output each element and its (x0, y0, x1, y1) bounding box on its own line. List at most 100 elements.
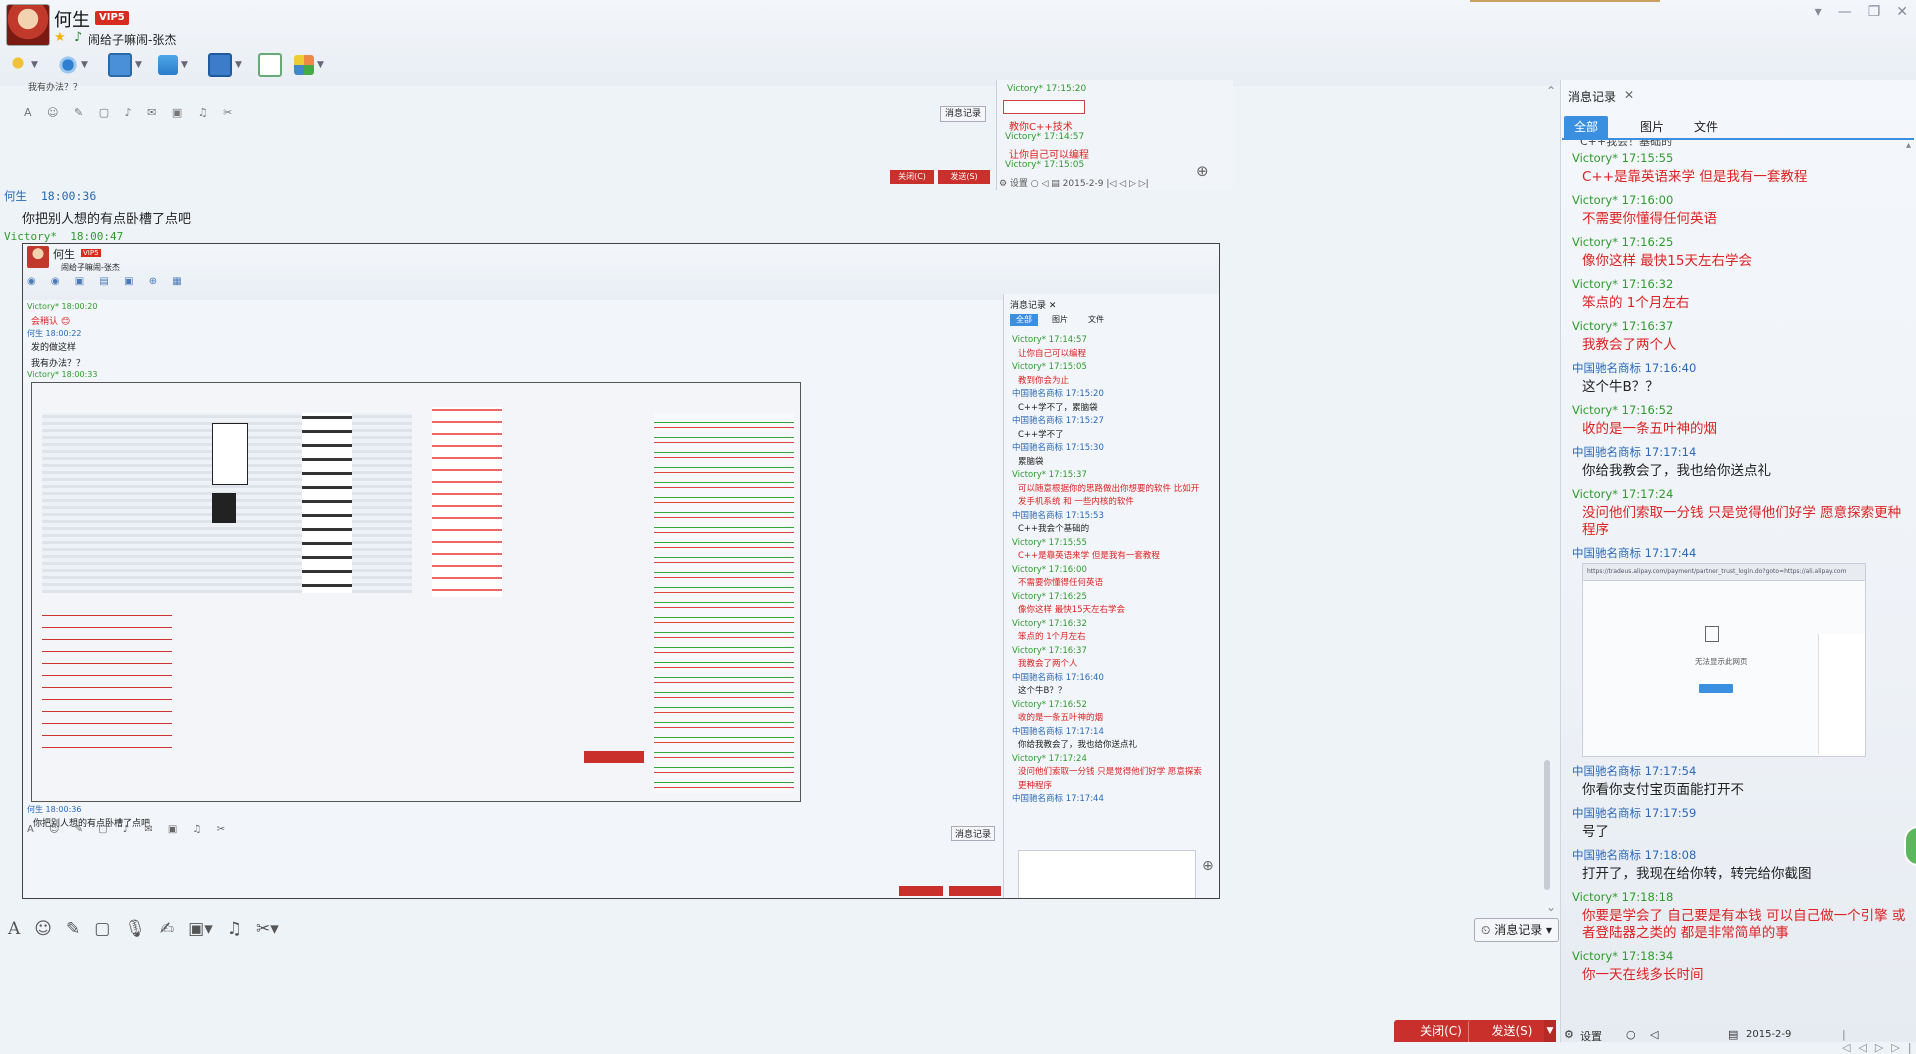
sender-name: Victory* (1572, 319, 1618, 333)
sender-name: Victory* (1572, 403, 1618, 417)
old-input-toolbar: A ☺ ✎ ▢ ♪ ✉ ▣ ♫ ✂ (24, 106, 239, 119)
chevron-down-icon: ▼ (181, 60, 188, 70)
send-button[interactable]: 发送(S) (1468, 1020, 1555, 1042)
history-message[interactable]: Victory* 17:15:55 C++是靠英语来学 但是我有一套教程 (1572, 148, 1912, 186)
nested-meta: 何生 18:00:36 (27, 805, 82, 814)
send-options-dropdown[interactable]: ▼ (1544, 1020, 1556, 1042)
nested-meta: Victory* 18:00:20 (27, 302, 98, 311)
history-message[interactable]: Victory* 17:16:37 我教会了两个人 (1572, 316, 1912, 354)
history-message[interactable]: Victory* 17:17:24 没问他们索取一分钱 只是觉得他们好学 愿意探索… (1572, 484, 1912, 539)
history-message[interactable]: 中国驰名商标 17:17:59 号了 (1572, 803, 1912, 841)
emoji-icon[interactable]: ☺ (34, 919, 52, 939)
close-icon[interactable]: ✕ (1896, 4, 1908, 20)
maximize-icon[interactable]: ❐ (1868, 4, 1881, 20)
voice-call-button[interactable]: ▼ (8, 52, 42, 78)
sender-name: 中国驰名商标 (1572, 848, 1641, 862)
font-icon[interactable]: A (8, 919, 20, 939)
nested-meta: 何生 18:00:22 (27, 329, 82, 338)
calendar-icon[interactable]: ▤ (1728, 1028, 1738, 1041)
speaker-icon[interactable]: ◁ (1650, 1028, 1658, 1041)
tab-all[interactable]: 全部 (1564, 116, 1608, 138)
history-message[interactable]: Victory* 17:16:52 收的是一条五叶神的烟 (1572, 400, 1912, 438)
old-close-button: 关闭(C) (890, 170, 934, 184)
message-time: 17:16:32 (1621, 277, 1674, 291)
group-chat-button[interactable] (258, 52, 292, 78)
history-message-text: C++是靠英语来学 但是我有一套教程 (1582, 169, 1808, 185)
close-icon[interactable]: ✕ (1624, 88, 1634, 102)
history-message[interactable]: Victory* 17:18:34 你一天在线多长时间 (1572, 946, 1912, 984)
floating-assistant-icon[interactable] (1904, 826, 1916, 866)
nested-vip-badge: VIP5 (81, 249, 101, 257)
screenshot-icon[interactable]: ▢ (94, 919, 110, 939)
music-note-icon: ♪ (74, 30, 83, 45)
message-history-button[interactable]: ⏲ 消息记录 ▾ (1474, 918, 1560, 942)
message-time: 18:00:47 (70, 230, 124, 243)
contact-avatar[interactable] (6, 4, 50, 46)
history-message[interactable]: Victory* 17:16:25 像你这样 最快15天左右学会 (1572, 232, 1912, 270)
history-message-meta: Victory* 17:16:37 (1572, 316, 1912, 336)
page-nav[interactable]: |◁◁▷▷| (1842, 1028, 1916, 1054)
screen-share-button[interactable]: ▼ (108, 52, 142, 78)
folder-send-icon (158, 55, 178, 75)
search-icon[interactable]: ○ (1626, 1028, 1636, 1041)
chat-scrollbar[interactable] (1544, 760, 1550, 890)
remote-assist-button[interactable]: ▼ (208, 52, 242, 78)
sender-name: 中国驰名商标 (1572, 764, 1641, 778)
history-message-meta: Victory* 17:16:25 (1572, 232, 1912, 252)
history-message[interactable]: Victory* 17:18:18 你要是学会了 自己要是有本钱 可以自己做一个引… (1572, 887, 1912, 942)
history-image-thumbnail[interactable]: https://tradeus.alipay.com/payment/partn… (1582, 563, 1866, 757)
history-message-meta: Victory* 17:18:34 (1572, 946, 1912, 966)
history-message[interactable]: 中国驰名商标 17:16:40 这个牛B？？ (1572, 358, 1912, 396)
voice-message-icon[interactable]: 🎙 (124, 919, 146, 939)
history-message-list[interactable]: C++我会！基础的 Victory* 17:15:55 C++是靠英语来学 但是我… (1572, 140, 1912, 1020)
zoom-in-icon[interactable]: ⊕ (1202, 858, 1214, 874)
zoom-in-icon[interactable]: ⊕ (1196, 162, 1209, 180)
image-side-panel (1818, 634, 1865, 754)
history-message-meta: 中国驰名商标 17:17:59 (1572, 803, 1912, 823)
message-time: 18:00:36 (40, 189, 97, 203)
message-input[interactable] (0, 948, 1552, 1018)
header-accent-line (1470, 0, 1660, 2)
nested-text: 会稍认 😊 (31, 317, 71, 327)
add-chat-icon (258, 53, 282, 77)
sender-name: Victory* (1572, 949, 1618, 963)
scissors-icon[interactable]: ✂▾ (256, 919, 279, 939)
screen-share-icon (108, 53, 132, 77)
message-time: 17:16:25 (1621, 235, 1674, 249)
history-message-meta: 中国驰名商标 17:17:14 (1572, 442, 1912, 462)
history-message[interactable]: Victory* 17:16:32 笨点的 1个月左右 (1572, 274, 1912, 312)
nested-history-button: 消息记录 (951, 826, 996, 841)
history-message[interactable]: 中国驰名商标 17:17:54 你看你支付宝页面能打开不 (1572, 761, 1912, 799)
magic-wand-icon[interactable]: ✎ (66, 919, 80, 939)
history-message[interactable]: 中国驰名商标 17:17:44 https://tradeus.alipay.co… (1572, 543, 1912, 757)
history-message[interactable]: 中国驰名商标 17:17:14 你给我教会了，我也给你送点礼 (1572, 442, 1912, 480)
history-message[interactable]: 中国驰名商标 17:18:08 打开了，我现在给你转，转完给你截图 (1572, 845, 1912, 883)
tab-images[interactable]: 图片 (1630, 116, 1674, 138)
file-transfer-button[interactable]: ▼ (158, 52, 192, 78)
image-error-text: 无法显示此网页 (1695, 657, 1748, 666)
settings-icon[interactable]: ⚙ (1564, 1028, 1574, 1041)
screenshot-image-message[interactable]: 何生 VIP5 闹给子嘛闹-张杰 ◉ ◉ ▣ ▤ ▣ ⊕ ▦ Victory* … (22, 243, 1220, 899)
nested-avatar (27, 246, 49, 268)
message-text: 你把别人想的有点卧槽了点吧 (22, 212, 192, 227)
apps-button[interactable]: ▼ (294, 52, 328, 78)
minimize-icon[interactable]: — (1838, 4, 1852, 20)
message-time: 17:17:59 (1644, 806, 1697, 820)
date-label[interactable]: 2015-2-9 (1746, 1029, 1791, 1040)
nested-signature: 闹给子嘛闹-张杰 (61, 263, 120, 272)
contact-name[interactable]: 何生 (54, 6, 90, 32)
chevron-down-icon[interactable]: ▾ (1815, 4, 1822, 20)
history-message[interactable]: Victory* 17:16:00 不需要你懂得任何英语 (1572, 190, 1912, 228)
vip-badge: VIP5 (95, 11, 129, 25)
edit-icon[interactable]: ✍ (160, 919, 174, 939)
message-time: 17:17:24 (1621, 487, 1674, 501)
music-icon[interactable]: ♫ (227, 919, 242, 939)
message-time: 17:17:54 (1644, 764, 1697, 778)
image-icon[interactable]: ▣▾ (188, 919, 213, 939)
chevron-down-icon: ▼ (135, 60, 142, 70)
video-call-button[interactable]: ▼ (58, 52, 92, 78)
tab-files[interactable]: 文件 (1684, 116, 1728, 138)
chevron-down-icon: ▼ (31, 60, 38, 70)
sender-name: Victory* (1572, 487, 1618, 501)
collapse-panel-icon[interactable]: ⌃ (1546, 84, 1556, 98)
